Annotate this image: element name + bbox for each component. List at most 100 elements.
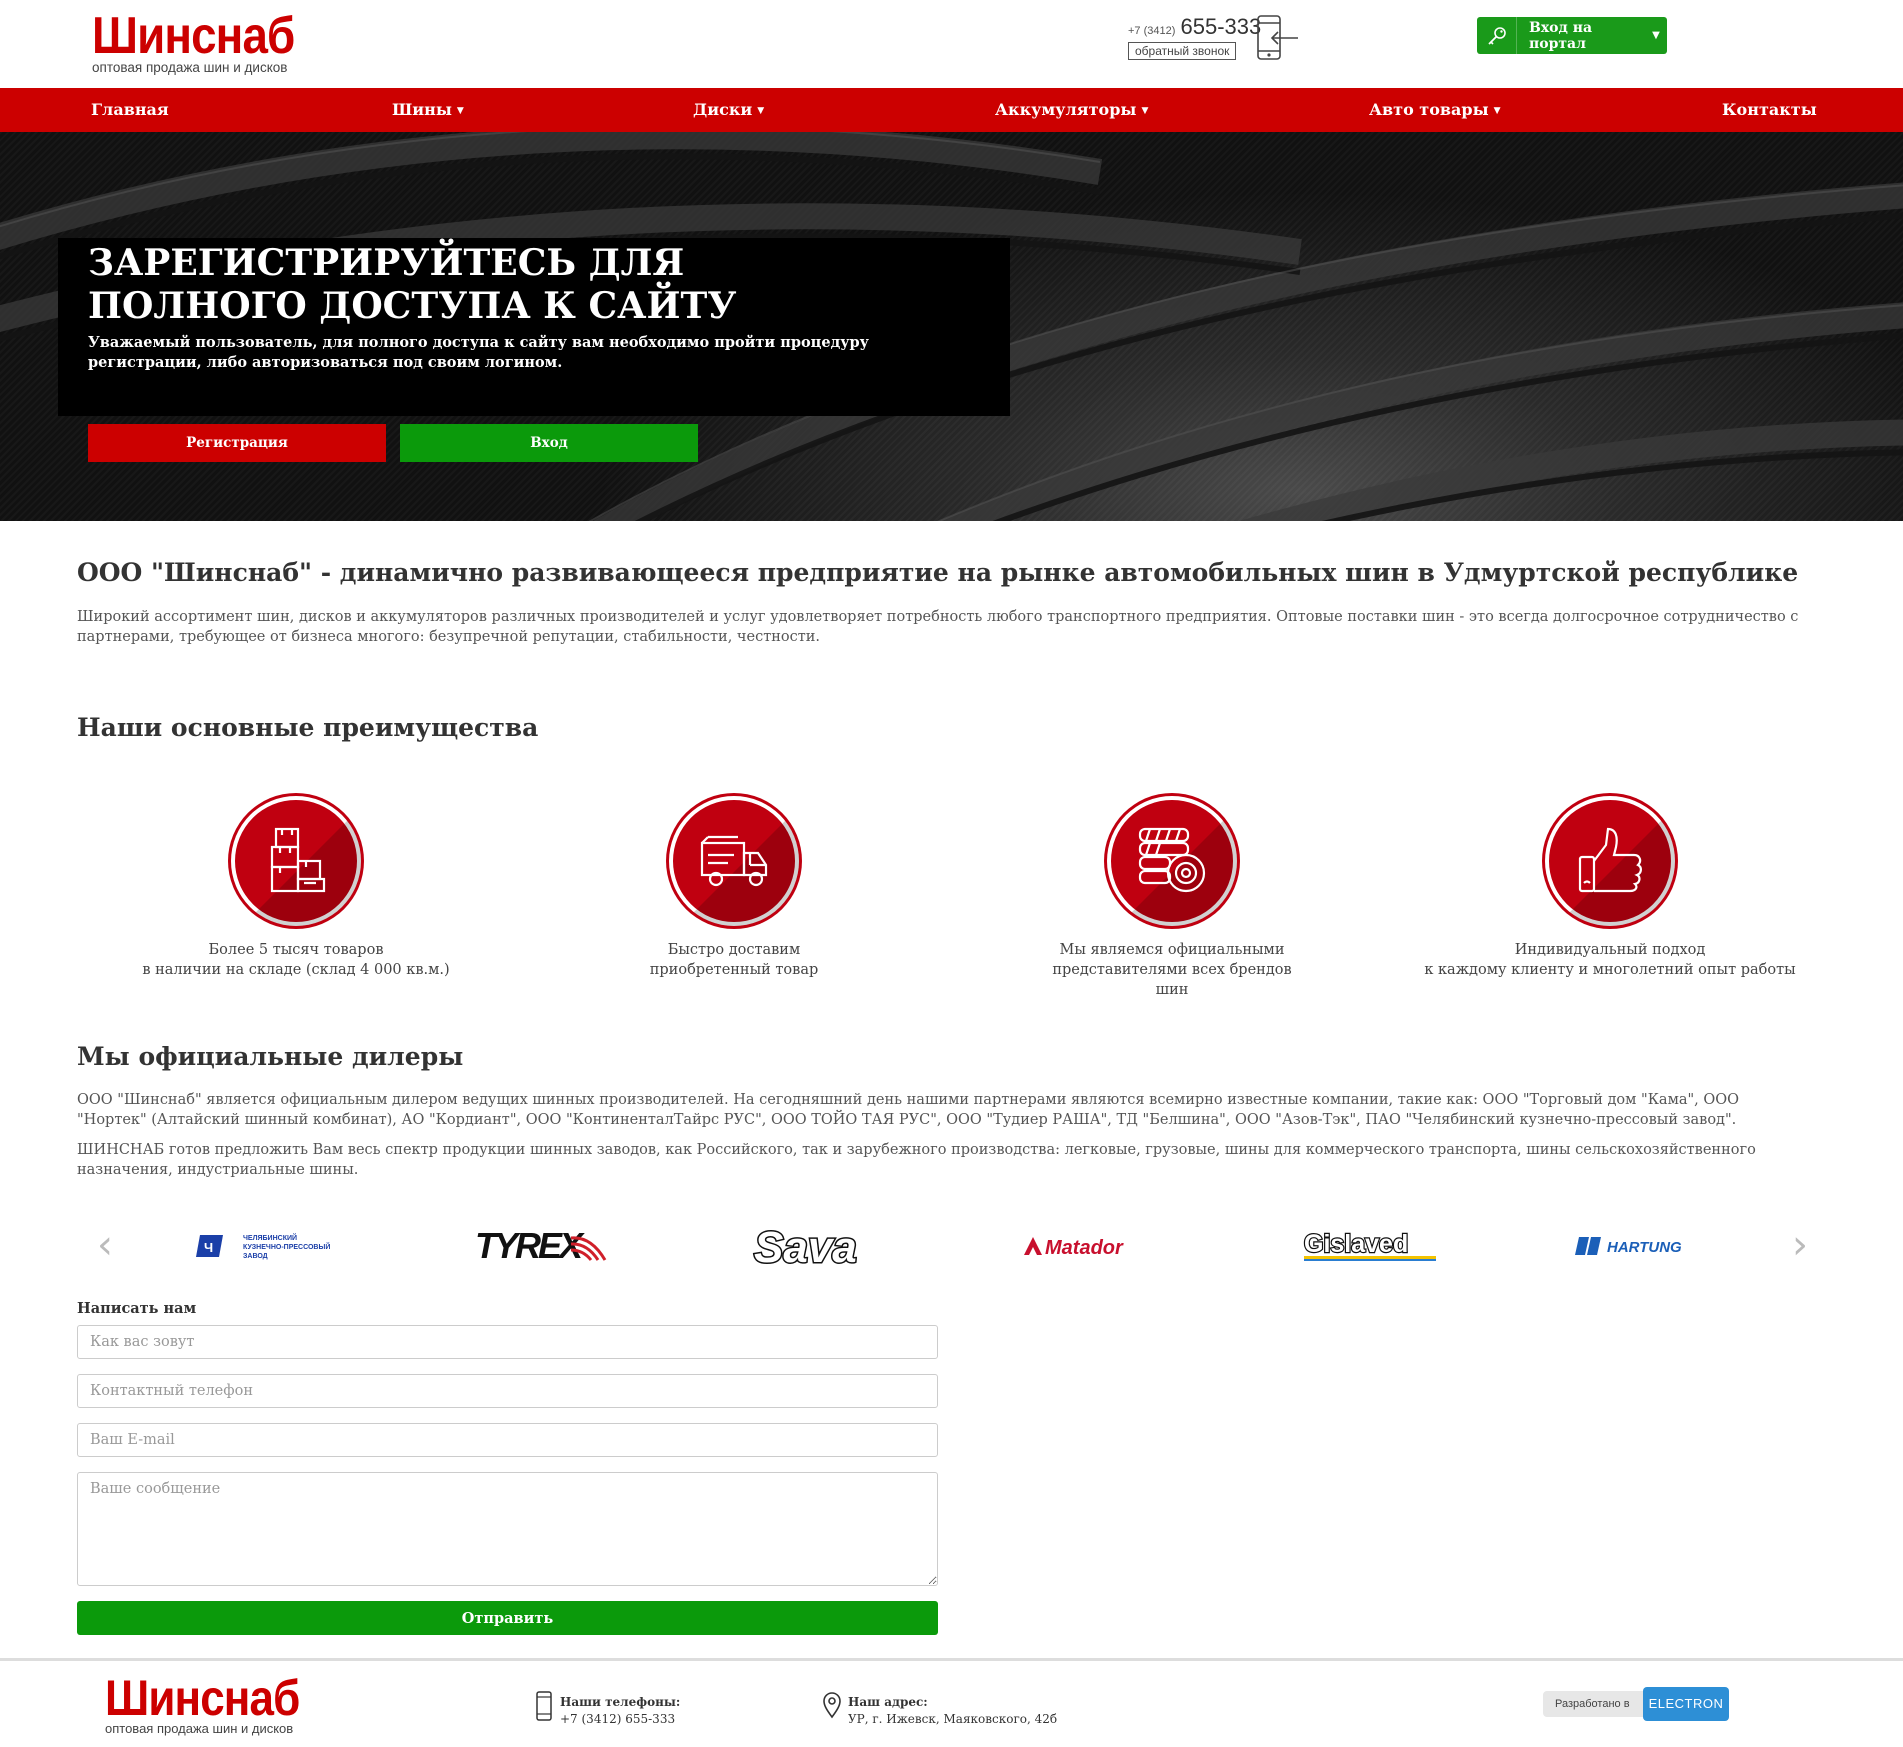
nav-label: Аккумуляторы <box>995 100 1137 119</box>
advantage-text: Индивидуальный подход к каждому клиенту … <box>1391 940 1829 980</box>
key-icon <box>1477 17 1517 54</box>
nav-label: Авто товары <box>1369 100 1489 119</box>
phone-prefix: +7 (3412) <box>1128 25 1176 37</box>
advantage-text: Более 5 тысяч товаров в наличии на склад… <box>77 940 515 980</box>
nav-item-contacts[interactable]: Контакты <box>1722 88 1817 132</box>
nav-item-wheels[interactable]: Диски ▼ <box>693 88 764 132</box>
brand-logo-gislaved[interactable]: Gislaved <box>1295 1218 1445 1274</box>
nav-label: Контакты <box>1722 100 1817 119</box>
contact-form-title: Написать нам <box>77 1300 197 1317</box>
brand-chkpz-line2: КУЗНЕЧНО-ПРЕССОВЫЙ <box>243 1242 330 1251</box>
carousel-next-arrow-icon[interactable]: › <box>1785 1225 1815 1265</box>
brand-chkpz-line3: ЗАВОД <box>243 1253 268 1260</box>
advantage-line: в наличии на складе (склад 4 000 кв.м.) <box>142 962 450 978</box>
brand-logo-tyrex[interactable]: TYREX <box>468 1218 618 1274</box>
advantages-title: Наши основные преимущества <box>77 713 539 742</box>
advantage-line: Мы являемся официальными <box>1059 942 1285 958</box>
advantage-text: Мы являемся официальными представителями… <box>953 940 1391 1000</box>
dealers-paragraph: ШИНСНАБ готов предложить Вам весь спектр… <box>77 1142 1756 1178</box>
advantage-item: Более 5 тысяч товаров в наличии на склад… <box>77 796 515 980</box>
chevron-down-icon[interactable]: ▼ <box>1645 30 1667 41</box>
delivery-truck-icon <box>669 796 799 926</box>
phone-input[interactable] <box>77 1374 938 1408</box>
caret-down-icon: ▼ <box>456 105 464 116</box>
brand-sava-name: Sava <box>754 1223 857 1270</box>
main-nav: Главная Шины ▼ Диски ▼ Аккумуляторы ▼ Авто … <box>0 88 1903 132</box>
name-input[interactable] <box>77 1325 938 1359</box>
brand-matador-name: Matador <box>1045 1237 1124 1259</box>
site-header: Шинснаб оптовая продажа шин и дисков +7 … <box>0 0 1903 88</box>
caret-down-icon: ▼ <box>1141 105 1149 116</box>
portal-login-button[interactable]: Вход на портал ▼ <box>1477 17 1667 54</box>
developer-badge[interactable]: Разработано в ELECTRON <box>1543 1687 1729 1721</box>
nav-item-batteries[interactable]: Аккумуляторы ▼ <box>995 88 1148 132</box>
portal-login-label: Вход на портал <box>1529 19 1593 52</box>
footer-phones: Наши телефоны: +7 (3412) 655-333 <box>560 1694 680 1728</box>
dealers-title: Мы официальные дилеры <box>77 1042 464 1071</box>
advantage-item: Мы являемся официальными представителями… <box>953 796 1391 1000</box>
advantage-text: Быстро доставим приобретенный товар <box>515 940 953 980</box>
submit-button[interactable]: Отправить <box>77 1601 938 1635</box>
logo-name: Шинснаб <box>105 1670 300 1726</box>
map-pin-icon <box>823 1692 841 1719</box>
footer-logo[interactable]: Шинснаб оптовая продажа шин и дисков <box>105 1673 326 1736</box>
svg-text:Ч: Ч <box>204 1240 213 1255</box>
hero-text: Уважаемый пользователь, для полного дост… <box>88 334 869 371</box>
footer-phone[interactable]: +7 (3412) 655-333 <box>560 1711 680 1728</box>
about-title: ООО "Шинснаб" - динамично развивающееся … <box>77 558 1799 587</box>
brand-gislaved-name: Gislaved <box>1304 1230 1408 1258</box>
thumbs-up-icon <box>1545 796 1675 926</box>
advantage-line: Быстро доставим <box>667 942 801 958</box>
callback-button[interactable]: обратный звонок <box>1128 42 1237 60</box>
logo-name: Шинснаб <box>92 7 295 65</box>
hero-title-line2: ПОЛНОГО ДОСТУПА К САЙТУ <box>88 285 737 327</box>
hero-title: ЗАРЕГИСТРИРУЙТЕСЬ ДЛЯ ПОЛНОГО ДОСТУПА К … <box>88 242 988 328</box>
brand-hartung-name: HARTUNG <box>1607 1239 1682 1256</box>
advantage-item: Индивидуальный подход к каждому клиенту … <box>1391 796 1829 980</box>
nav-label: Диски <box>693 100 753 119</box>
nav-item-auto-goods[interactable]: Авто товары ▼ <box>1369 88 1501 132</box>
advantage-line: шин <box>1155 982 1189 998</box>
footer-address-label: Наш адрес: <box>848 1695 928 1709</box>
mobile-phone-icon[interactable] <box>1256 14 1300 62</box>
developer-label: Разработано в <box>1543 1691 1653 1717</box>
nav-item-home[interactable]: Главная <box>91 88 169 132</box>
carousel-prev-arrow-icon[interactable]: ‹ <box>90 1225 120 1265</box>
nav-label: Главная <box>91 100 169 119</box>
register-button[interactable]: Регистрация <box>88 424 386 462</box>
advantage-line: Индивидуальный подход <box>1514 942 1706 958</box>
footer-address: Наш адрес: УР, г. Ижевск, Маяковского, 4… <box>848 1694 1057 1728</box>
warehouse-boxes-icon <box>231 796 361 926</box>
caret-down-icon: ▼ <box>757 105 765 116</box>
site-footer: Шинснаб оптовая продажа шин и дисков Наш… <box>0 1658 1903 1747</box>
advantage-line: представителями всех брендов <box>1052 962 1292 978</box>
developer-name: ELECTRON <box>1643 1687 1729 1721</box>
footer-address-text: УР, г. Ижевск, Маяковского, 42б <box>848 1712 1058 1726</box>
phone-number[interactable]: 655-333 <box>1181 14 1262 39</box>
brand-logo-sava[interactable]: Sava <box>743 1218 893 1274</box>
hero-banner: ЗАРЕГИСТРИРУЙТЕСЬ ДЛЯ ПОЛНОГО ДОСТУПА К … <box>0 132 1903 521</box>
message-textarea[interactable] <box>77 1472 938 1586</box>
dealers-paragraph: ООО "Шинснаб" является официальным дилер… <box>77 1092 1740 1128</box>
about-text: Широкий ассортимент шин, дисков и аккуму… <box>77 609 1799 645</box>
advantage-line: приобретенный товар <box>649 962 819 978</box>
tires-stack-icon <box>1107 796 1237 926</box>
brand-tyrex-name: TYREX <box>475 1226 585 1266</box>
advantage-line: Более 5 тысяч товаров <box>208 942 384 958</box>
site-logo[interactable]: Шинснаб оптовая продажа шин и дисков <box>92 10 322 75</box>
brand-logo-chkpz[interactable]: Ч ЧЕЛЯБИНСКИЙ КУЗНЕЧНО-ПРЕССОВЫЙ ЗАВОД <box>190 1218 350 1274</box>
login-button[interactable]: Вход <box>400 424 698 462</box>
brand-logo-hartung[interactable]: HARTUNG <box>1570 1218 1720 1274</box>
footer-phones-label: Наши телефоны: <box>560 1695 681 1709</box>
email-input[interactable] <box>77 1423 938 1457</box>
nav-item-tires[interactable]: Шины ▼ <box>392 88 464 132</box>
registration-panel: ЗАРЕГИСТРИРУЙТЕСЬ ДЛЯ ПОЛНОГО ДОСТУПА К … <box>58 238 1010 416</box>
nav-label: Шины <box>392 100 452 119</box>
hero-title-line1: ЗАРЕГИСТРИРУЙТЕСЬ ДЛЯ <box>88 242 685 284</box>
mobile-phone-icon <box>536 1691 552 1721</box>
brand-logo-matador[interactable]: Matador <box>1018 1218 1168 1274</box>
caret-down-icon: ▼ <box>1493 105 1501 116</box>
advantage-line: к каждому клиенту и многолетний опыт раб… <box>1424 962 1796 978</box>
brand-chkpz-line1: ЧЕЛЯБИНСКИЙ <box>243 1233 297 1242</box>
advantage-item: Быстро доставим приобретенный товар <box>515 796 953 980</box>
